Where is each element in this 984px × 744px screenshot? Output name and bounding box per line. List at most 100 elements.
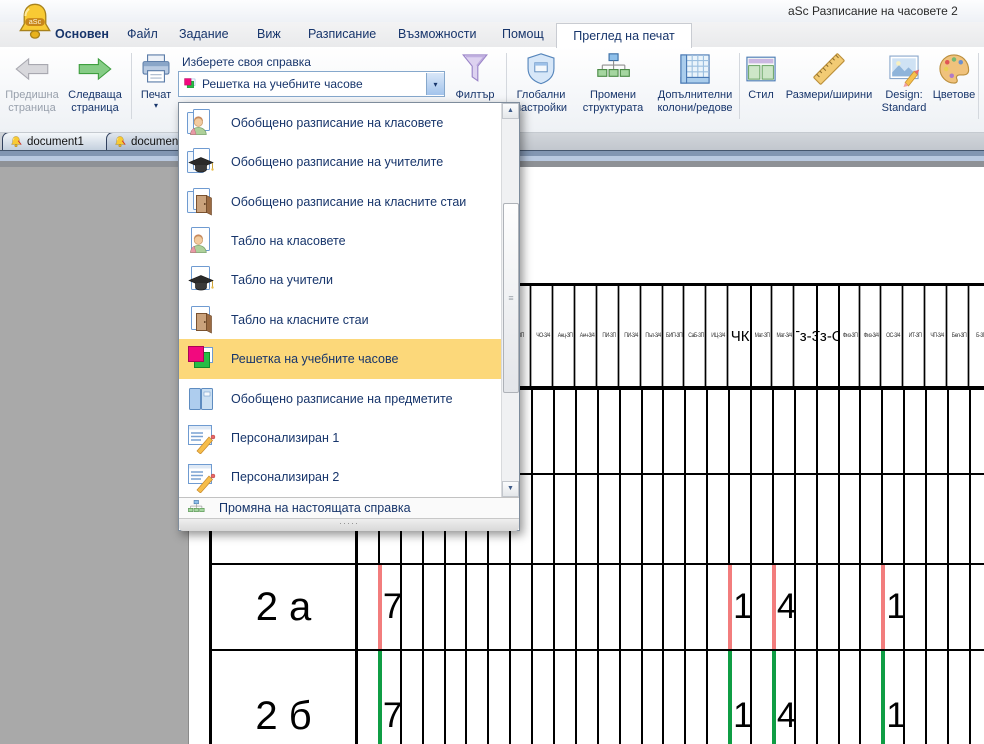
grid-cell bbox=[883, 390, 905, 473]
grid-column-header: ЧП-3/4 bbox=[929, 286, 948, 386]
separator bbox=[978, 53, 979, 119]
grid-cell bbox=[643, 475, 665, 563]
grid-cell bbox=[555, 651, 577, 744]
menu-item-7[interactable]: Помощ bbox=[502, 22, 544, 47]
grid-cell bbox=[774, 390, 796, 473]
funnel-icon bbox=[457, 51, 493, 87]
next-page-button[interactable]: Следваща страница bbox=[64, 51, 126, 115]
marker-line bbox=[772, 565, 776, 649]
change-structure-button[interactable]: Промени структурата bbox=[575, 51, 651, 115]
grid-cell bbox=[752, 390, 774, 473]
menu-item-1[interactable]: Основен bbox=[55, 22, 109, 47]
grid-cell bbox=[577, 651, 599, 744]
edit-current-report-item[interactable]: Промяна на настоящата справка bbox=[179, 497, 519, 518]
menu-item-5[interactable]: Разписание bbox=[308, 22, 376, 47]
report-combobox[interactable]: Решетка на учебните часове ▾ bbox=[178, 71, 445, 97]
grid-cell bbox=[424, 651, 446, 744]
report-list-scrollbar[interactable]: ▲ ≡ ▼ bbox=[501, 103, 519, 497]
grid-column-header: Физ-3/4 bbox=[863, 286, 882, 386]
grid-cell bbox=[927, 475, 949, 563]
design-button[interactable]: Design: Standard bbox=[877, 51, 931, 115]
lesson-count: 1 bbox=[886, 565, 905, 649]
scroll-down-button[interactable]: ▼ bbox=[502, 481, 519, 497]
print-menu-arrow-icon[interactable]: ▾ bbox=[134, 102, 178, 110]
report-option-label: Персонализиран 1 bbox=[231, 431, 339, 445]
grid-row: 2 б7141 bbox=[212, 651, 984, 744]
colors-button[interactable]: Цветове bbox=[931, 51, 977, 102]
report-option-4[interactable]: Табло на класовете bbox=[179, 221, 502, 260]
marker-line bbox=[881, 651, 885, 744]
color-squares-icon bbox=[183, 77, 197, 91]
report-option-7[interactable]: Решетка на учебните часове bbox=[179, 339, 502, 378]
sizes-widths-button[interactable]: Размери/ширини bbox=[783, 51, 875, 102]
marker-line bbox=[728, 565, 732, 649]
report-option-9[interactable]: Персонализиран 1 bbox=[179, 418, 502, 457]
svg-text:aSc: aSc bbox=[29, 17, 42, 26]
grid-column-header: ИТ-3П bbox=[907, 286, 926, 386]
grid-cell bbox=[905, 475, 927, 563]
report-option-2[interactable]: Обобщено разписание на учителите bbox=[179, 142, 502, 181]
grid-cell bbox=[533, 565, 555, 649]
document-tab-1[interactable]: document1 bbox=[2, 132, 117, 150]
grid-cell bbox=[621, 651, 643, 744]
grid-cell: 4 bbox=[774, 565, 796, 649]
report-option-label: Решетка на учебните часове bbox=[231, 352, 398, 366]
grid-cell bbox=[927, 565, 949, 649]
custom-report-icon bbox=[185, 422, 217, 454]
grid-column-header: Пъп-3/4 bbox=[644, 286, 663, 386]
extra-columns-rows-button[interactable]: Допълнителни колони/редове bbox=[653, 51, 737, 115]
grid-cell bbox=[752, 475, 774, 563]
grid-cell bbox=[402, 651, 424, 744]
grid-cell bbox=[664, 565, 686, 649]
grid-cell bbox=[840, 651, 862, 744]
report-option-3[interactable]: Обобщено разписание на класните стаи bbox=[179, 182, 502, 221]
filter-button[interactable]: Филтър bbox=[447, 51, 503, 102]
scroll-up-button[interactable]: ▲ bbox=[502, 103, 519, 119]
pages-person-icon bbox=[185, 107, 217, 139]
lesson-count: 4 bbox=[777, 565, 796, 649]
color-squares-icon bbox=[185, 343, 217, 375]
grid-column-header: ПИ-3П bbox=[600, 286, 619, 386]
report-option-5[interactable]: Табло на учители bbox=[179, 261, 502, 300]
report-option-6[interactable]: Табло на класните стаи bbox=[179, 300, 502, 339]
report-option-label: Персонализиран 2 bbox=[231, 470, 339, 484]
grid-cell bbox=[686, 475, 708, 563]
grid-cell bbox=[446, 651, 468, 744]
grid-column-header: БИП-3П bbox=[666, 286, 685, 386]
print-button[interactable]: Печат ▾ bbox=[134, 51, 178, 110]
grid-cell bbox=[818, 475, 840, 563]
report-option-1[interactable]: Обобщено разписание на класовете bbox=[179, 103, 502, 142]
grid-cell bbox=[949, 651, 971, 744]
separator bbox=[739, 53, 740, 119]
report-option-8[interactable]: Обобщено разписание на предметите bbox=[179, 379, 502, 418]
grid-cell bbox=[489, 565, 511, 649]
grid-cell bbox=[971, 475, 984, 563]
window-title: aSc Разписание на часовете 2 bbox=[788, 4, 984, 18]
combobox-dropdown-button[interactable]: ▾ bbox=[426, 73, 444, 95]
tab-print-preview[interactable]: Преглед на печат bbox=[556, 23, 692, 48]
separator bbox=[131, 53, 132, 119]
resize-grip[interactable]: ····· bbox=[179, 518, 519, 531]
grid-cell bbox=[818, 565, 840, 649]
scrollbar-thumb[interactable]: ≡ bbox=[503, 203, 519, 393]
grid-cell bbox=[818, 390, 840, 473]
arrow-right-icon bbox=[77, 51, 113, 87]
style-button[interactable]: Стил bbox=[741, 51, 781, 102]
previous-page-button[interactable]: Предишна страница bbox=[3, 51, 61, 115]
menu-item-6[interactable]: Възможности bbox=[398, 22, 476, 47]
menu-item-3[interactable]: Задание bbox=[179, 22, 229, 47]
grid-cell bbox=[708, 565, 730, 649]
grid-cell bbox=[577, 475, 599, 563]
grid-cell bbox=[686, 565, 708, 649]
report-option-10[interactable]: Персонализиран 2 bbox=[179, 458, 502, 497]
grid-cell bbox=[949, 565, 971, 649]
menu-item-4[interactable]: Виж bbox=[257, 22, 281, 47]
grid-cell bbox=[555, 390, 577, 473]
grid-cell bbox=[511, 565, 533, 649]
lesson-count: 1 bbox=[733, 565, 752, 649]
grid-column-header: Физ-3П bbox=[841, 286, 860, 386]
printer-icon bbox=[138, 51, 174, 87]
grid-cell: 1 bbox=[730, 565, 752, 649]
bell-icon bbox=[9, 135, 23, 149]
menu-item-2[interactable]: Файл bbox=[127, 22, 158, 47]
